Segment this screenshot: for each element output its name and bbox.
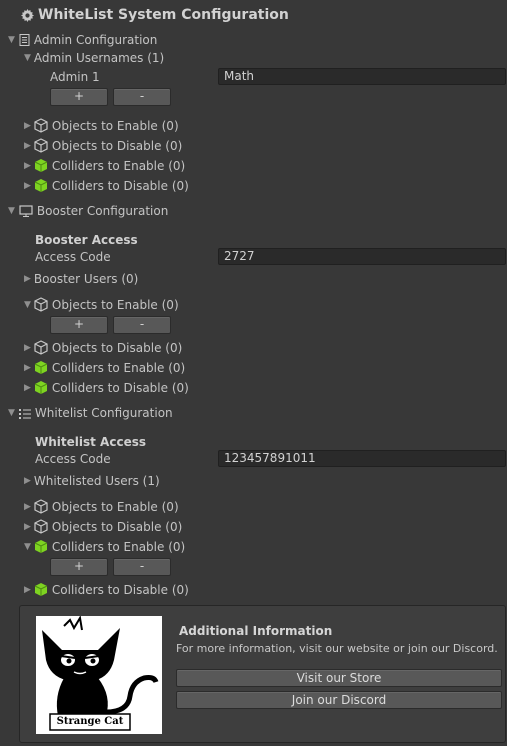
admin-config-label: Admin Configuration — [33, 33, 158, 47]
page-title: WhiteList System Configuration — [38, 7, 289, 23]
whitelist-access-code-label: Access Code — [35, 452, 111, 466]
admin-remove-button[interactable]: - — [113, 88, 171, 106]
chevron-down-icon: ▼ — [24, 299, 31, 310]
chevron-down-icon: ▼ — [8, 408, 15, 418]
chevron-down-icon: ▼ — [8, 206, 15, 216]
admin-config-foldout[interactable]: ▼ Admin Configuration — [8, 33, 157, 47]
booster-remove-button[interactable]: - — [113, 316, 171, 334]
chevron-down-icon: ▼ — [24, 53, 31, 63]
collider-cube-icon — [34, 178, 48, 193]
collider-cube-icon — [34, 582, 48, 597]
admin-add-button[interactable]: + — [50, 88, 108, 106]
collider-cube-icon — [34, 380, 48, 395]
chevron-right-icon: ▶ — [24, 501, 31, 512]
booster-colliders-disable-foldout[interactable]: ▶ Colliders to Disable (0) — [24, 380, 189, 395]
cube-icon — [34, 519, 48, 534]
admin1-input[interactable]: Math — [218, 68, 506, 85]
monitor-icon — [19, 205, 33, 217]
whitelist-remove-button[interactable]: - — [113, 558, 171, 576]
whitelist-colliders-disable-label: Colliders to Disable (0) — [51, 582, 189, 597]
strange-cat-logo: Strange Cat — [36, 615, 162, 734]
cube-icon — [34, 118, 48, 133]
admin-objects-disable-foldout[interactable]: ▶ Objects to Disable (0) — [24, 138, 182, 153]
booster-access-code-input[interactable]: 2727 — [218, 248, 506, 265]
admin-usernames-label: Admin Usernames (1) — [33, 51, 165, 65]
whitelist-config-foldout[interactable]: ▼ Whitelist Configuration — [8, 406, 173, 420]
booster-objects-enable-label: Objects to Enable (0) — [51, 297, 179, 312]
cube-icon — [34, 499, 48, 514]
booster-colliders-enable-foldout[interactable]: ▶ Colliders to Enable (0) — [24, 360, 185, 375]
booster-objects-disable-label: Objects to Disable (0) — [51, 340, 183, 355]
whitelist-add-button[interactable]: + — [50, 558, 108, 576]
booster-users-foldout[interactable]: ▶ Booster Users (0) — [24, 272, 138, 286]
whitelist-objects-enable-foldout[interactable]: ▶ Objects to Enable (0) — [24, 499, 179, 514]
booster-access-code-label: Access Code — [35, 250, 111, 264]
join-discord-button[interactable]: Join our Discord — [176, 691, 502, 709]
info-panel: Strange Cat Additional Information For m… — [19, 605, 506, 743]
admin-usernames-foldout[interactable]: ▼ Admin Usernames (1) — [24, 51, 164, 65]
chevron-right-icon: ▶ — [24, 382, 31, 393]
logo-text: Strange Cat — [56, 716, 124, 727]
cube-icon — [34, 297, 48, 312]
header: WhiteList System Configuration — [21, 7, 289, 23]
collider-cube-icon — [34, 360, 48, 375]
whitelist-objects-enable-label: Objects to Enable (0) — [51, 499, 179, 514]
booster-colliders-enable-label: Colliders to Enable (0) — [51, 360, 186, 375]
whitelist-colliders-enable-label: Colliders to Enable (0) — [51, 539, 186, 554]
chevron-right-icon: ▶ — [24, 120, 31, 131]
gear-icon — [21, 8, 34, 22]
cube-icon — [34, 138, 48, 153]
booster-objects-enable-foldout[interactable]: ▼ Objects to Enable (0) — [24, 297, 179, 312]
whitelist-objects-disable-foldout[interactable]: ▶ Objects to Disable (0) — [24, 519, 182, 534]
chevron-right-icon: ▶ — [24, 342, 31, 353]
list-icon — [18, 408, 31, 419]
whitelisted-users-foldout[interactable]: ▶ Whitelisted Users (1) — [24, 474, 160, 488]
chevron-right-icon: ▶ — [24, 584, 31, 595]
whitelist-access-heading: Whitelist Access — [35, 435, 146, 449]
admin-colliders-enable-label: Colliders to Enable (0) — [51, 158, 186, 173]
chevron-right-icon: ▶ — [24, 362, 31, 373]
visit-store-button[interactable]: Visit our Store — [176, 669, 502, 687]
admin-objects-enable-label: Objects to Enable (0) — [51, 118, 179, 133]
chevron-right-icon: ▶ — [24, 140, 31, 151]
whitelist-access-code-input[interactable]: 123457891011 — [218, 450, 506, 467]
admin-colliders-disable-label: Colliders to Disable (0) — [51, 178, 189, 193]
whitelist-objects-disable-label: Objects to Disable (0) — [51, 519, 183, 534]
booster-add-button[interactable]: + — [50, 316, 108, 334]
chevron-right-icon: ▶ — [24, 274, 31, 284]
document-icon — [19, 34, 30, 46]
chevron-right-icon: ▶ — [24, 160, 31, 171]
collider-cube-icon — [34, 539, 48, 554]
booster-colliders-disable-label: Colliders to Disable (0) — [51, 380, 189, 395]
booster-users-label: Booster Users (0) — [33, 272, 139, 286]
chevron-down-icon: ▼ — [8, 35, 15, 45]
info-heading: Additional Information — [179, 624, 333, 638]
whitelist-colliders-disable-foldout[interactable]: ▶ Colliders to Disable (0) — [24, 582, 189, 597]
whitelist-colliders-enable-foldout[interactable]: ▼ Colliders to Enable (0) — [24, 539, 185, 554]
admin-objects-enable-foldout[interactable]: ▶ Objects to Enable (0) — [24, 118, 179, 133]
collider-cube-icon — [34, 158, 48, 173]
whitelist-config-label: Whitelist Configuration — [34, 406, 173, 420]
admin-colliders-disable-foldout[interactable]: ▶ Colliders to Disable (0) — [24, 178, 189, 193]
booster-config-foldout[interactable]: ▼ Booster Configuration — [8, 204, 168, 218]
booster-access-heading: Booster Access — [35, 233, 138, 247]
chevron-right-icon: ▶ — [24, 521, 31, 532]
admin-colliders-enable-foldout[interactable]: ▶ Colliders to Enable (0) — [24, 158, 185, 173]
chevron-right-icon: ▶ — [24, 180, 31, 191]
chevron-right-icon: ▶ — [24, 476, 31, 486]
cube-icon — [34, 340, 48, 355]
info-text: For more information, visit our website … — [176, 642, 498, 655]
booster-objects-disable-foldout[interactable]: ▶ Objects to Disable (0) — [24, 340, 182, 355]
admin-objects-disable-label: Objects to Disable (0) — [51, 138, 183, 153]
booster-config-label: Booster Configuration — [36, 204, 169, 218]
chevron-down-icon: ▼ — [24, 541, 31, 552]
admin1-label: Admin 1 — [50, 70, 100, 84]
whitelisted-users-label: Whitelisted Users (1) — [33, 474, 160, 488]
